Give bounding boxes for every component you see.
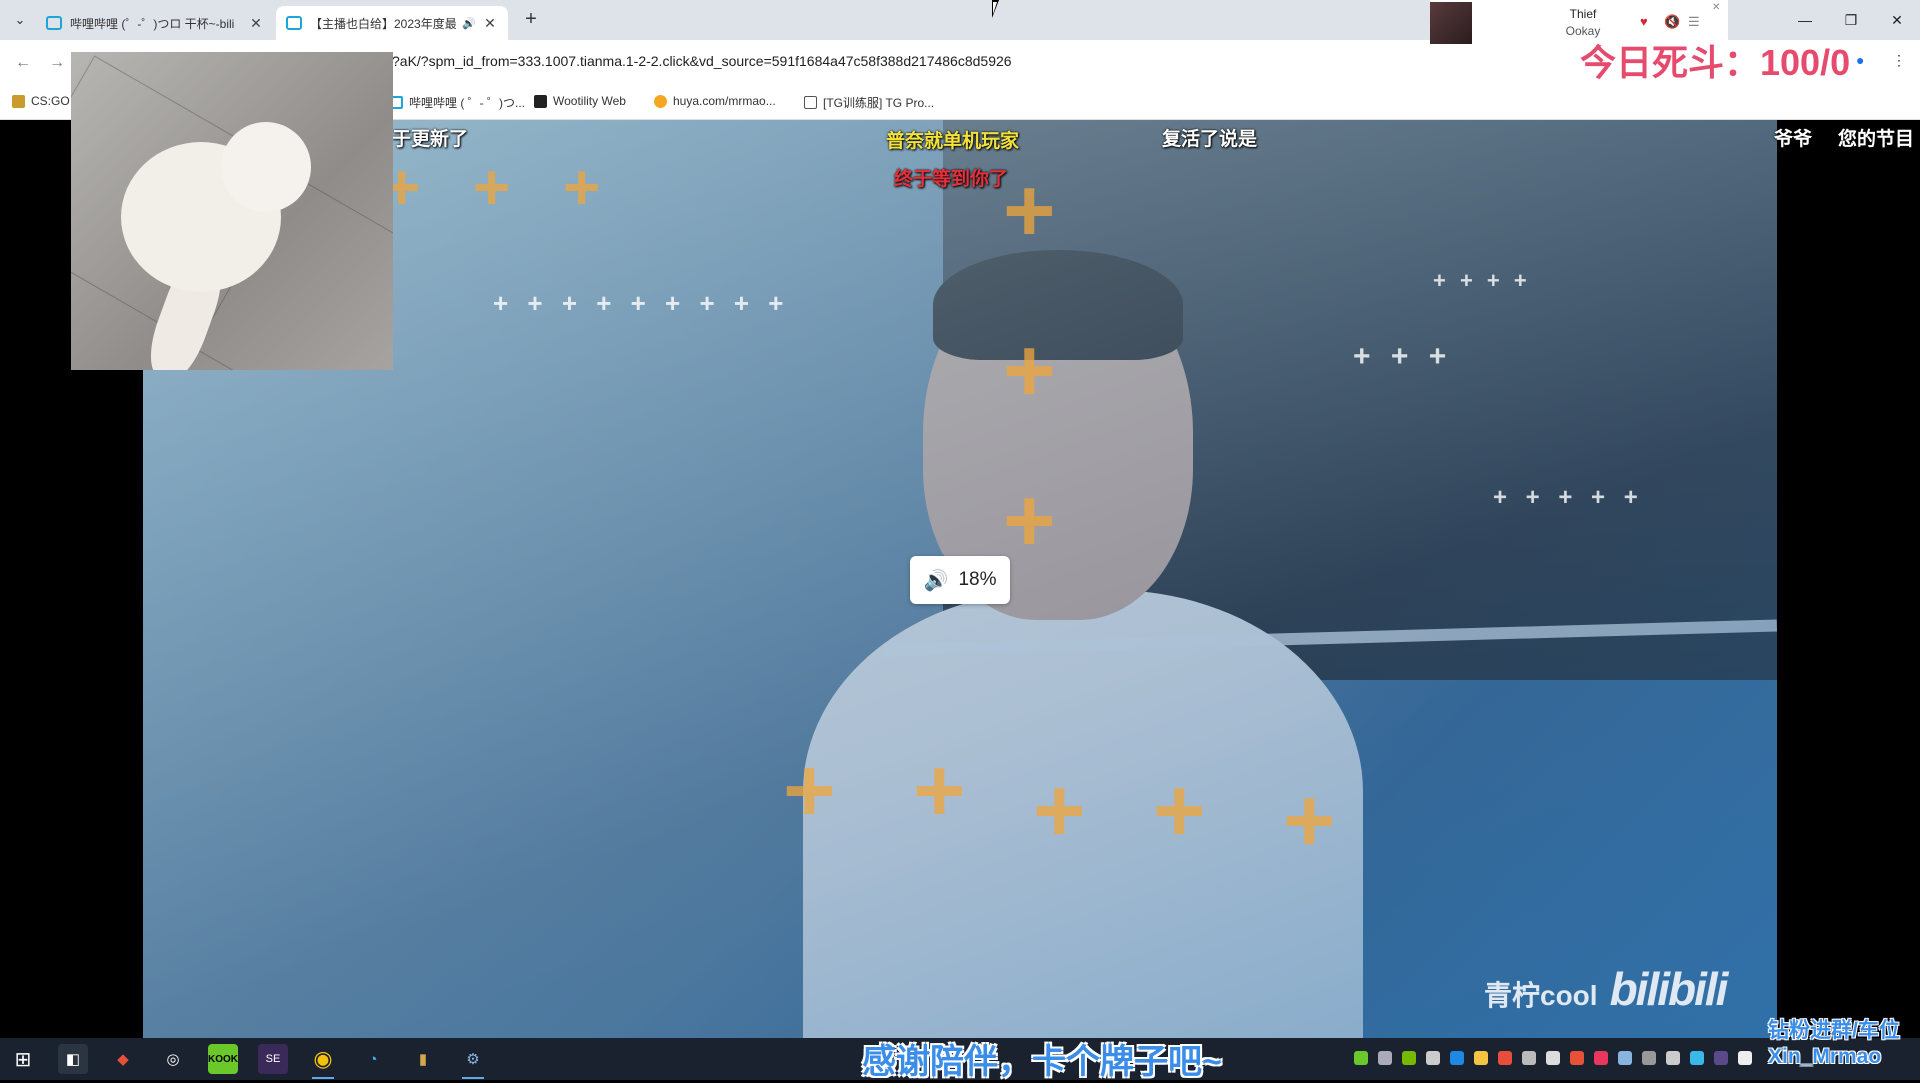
new-tab-button[interactable]: + xyxy=(520,8,542,30)
plus-effect-row: + + + + + + + + + xyxy=(493,288,790,318)
bookmark-csgo[interactable]: CS:GO xyxy=(12,94,70,108)
plus-effect-row: + + + xyxy=(1353,340,1453,373)
tray-icon[interactable] xyxy=(1690,1051,1704,1065)
url-field[interactable]: ?aK/?spm_id_from=333.1007.tianma.1-2-2.c… xyxy=(392,53,1012,69)
song-title: Thief xyxy=(1569,7,1597,21)
wootility-icon xyxy=(534,94,547,108)
app-icon[interactable]: ◧ xyxy=(58,1044,88,1074)
csgo-icon xyxy=(12,94,25,108)
nvidia-icon[interactable] xyxy=(1402,1051,1416,1065)
bilibili-tv-icon xyxy=(286,16,302,30)
uploader-name: 青柠cool xyxy=(1484,980,1598,1011)
plus-effect-row: + + + + xyxy=(1433,268,1531,293)
fan-group-line2: Xin_Mrmao xyxy=(1768,1045,1882,1068)
bookmark-bilibili[interactable]: 哔哩哔哩 ( ゜- ゜)つ... xyxy=(390,94,525,111)
tray-icon[interactable] xyxy=(1714,1051,1728,1065)
volume-indicator: 🔊 18% xyxy=(910,556,1010,604)
plus-effect: + xyxy=(1153,761,1206,861)
close-icon[interactable]: ✕ xyxy=(482,15,498,32)
tray-icon[interactable] xyxy=(1378,1051,1392,1065)
heart-icon[interactable]: ♥ xyxy=(1640,14,1648,29)
cat-head xyxy=(221,122,311,212)
plus-effect: + xyxy=(783,741,836,841)
close-icon[interactable]: ✕ xyxy=(248,15,264,32)
danmaku-comment: 您的节目 xyxy=(1838,129,1915,150)
video-watermark: 青柠cool bilibili xyxy=(1484,962,1729,1016)
cat-camera-overlay xyxy=(71,52,393,370)
danmaku-comment: 终于等到你了 xyxy=(894,169,1009,190)
bilibili-logo: bilibili xyxy=(1609,963,1729,1015)
menu-kebab-icon[interactable]: ⋮ xyxy=(1892,52,1906,69)
plus-effect: + xyxy=(563,151,601,223)
danmaku-comment: 复活了说是 xyxy=(1162,129,1258,150)
bookmark-tg[interactable]: [TG训练服] TG Pro... xyxy=(804,94,934,111)
steam-tray-icon[interactable] xyxy=(1618,1051,1632,1065)
tab-title: 哔哩哔哩 (゜-゜)つロ 干杯~-bili xyxy=(70,16,235,31)
tab-title: 【主播也白给】2023年度最... xyxy=(310,16,457,31)
plus-effect: + xyxy=(1003,471,1056,571)
tab-bilibili-home[interactable]: 哔哩哔哩 (゜-゜)つロ 干杯~-bili ✕ xyxy=(36,6,274,40)
tray-icon[interactable] xyxy=(1522,1051,1536,1065)
volume-value: 18% xyxy=(958,569,997,590)
page-icon xyxy=(804,96,817,109)
tray-icon[interactable] xyxy=(1570,1051,1584,1065)
microphone-icon[interactable] xyxy=(1666,1051,1680,1065)
bookmark-huya[interactable]: huya.com/mrmao... xyxy=(654,94,776,108)
bluetooth-icon[interactable] xyxy=(1450,1051,1464,1065)
app-icon[interactable]: ◆ xyxy=(108,1044,138,1074)
plus-effect-row: + + + + + xyxy=(1493,484,1644,511)
close-window-button[interactable]: ✕ xyxy=(1874,0,1920,40)
kook-icon[interactable]: KOOK xyxy=(208,1044,238,1074)
tab-search-chevron-icon[interactable]: ⌄ xyxy=(10,10,30,30)
tray-icon[interactable] xyxy=(1642,1051,1656,1065)
app-icon[interactable]: ◎ xyxy=(158,1044,188,1074)
profile-icon[interactable]: ● xyxy=(1856,52,1864,68)
app-icon[interactable]: ◔ xyxy=(358,1044,388,1074)
tray-icon[interactable] xyxy=(1594,1051,1608,1065)
back-icon[interactable]: ← xyxy=(12,52,34,74)
windows-start-icon[interactable]: ⊞ xyxy=(8,1044,38,1074)
plus-effect: + xyxy=(1003,161,1056,261)
steam-icon[interactable]: ⚙ xyxy=(458,1044,488,1079)
tray-icon[interactable] xyxy=(1426,1051,1440,1065)
volume-tray-icon[interactable] xyxy=(1738,1051,1752,1065)
app-icon[interactable]: SE xyxy=(258,1044,288,1074)
close-icon[interactable]: ✕ xyxy=(1712,2,1720,13)
stream-caption: 感谢陪伴，卡个牌子吧~ xyxy=(862,1043,1222,1081)
danmaku-comment: 爷爷 xyxy=(1774,129,1813,150)
bilibili-tv-icon xyxy=(46,16,62,30)
speaker-icon[interactable]: 🔊 xyxy=(462,17,476,30)
mouse-cursor-icon xyxy=(992,0,999,18)
speaker-icon: 🔊 xyxy=(923,569,949,592)
league-icon[interactable]: ▮ xyxy=(408,1044,438,1074)
tray-icon[interactable] xyxy=(1546,1051,1560,1065)
huya-icon xyxy=(654,94,667,108)
tab-video[interactable]: 【主播也白给】2023年度最... 🔊 ✕ xyxy=(276,6,508,40)
death-counter: 今日死斗：100/0 xyxy=(1580,42,1851,83)
plus-effect: + xyxy=(1283,771,1336,871)
plus-effect: + xyxy=(913,741,966,841)
bookmark-wootility[interactable]: Wootility Web xyxy=(534,94,626,108)
fan-group-notice: 钻粉进群/车位 Xin_Mrmao xyxy=(1768,1018,1900,1070)
tray-icon[interactable] xyxy=(1354,1051,1368,1065)
tray-icon[interactable] xyxy=(1498,1051,1512,1065)
plus-effect: + xyxy=(1033,761,1086,861)
forward-icon[interactable]: → xyxy=(46,52,68,74)
danmaku-comment: 于更新了 xyxy=(392,129,469,150)
chrome-icon[interactable]: ◉ xyxy=(308,1044,338,1079)
playlist-icon[interactable]: ☰ xyxy=(1688,14,1700,30)
album-art xyxy=(1430,2,1472,44)
plus-effect: + xyxy=(1003,321,1056,421)
fan-group-line1: 钻粉进群/车位 xyxy=(1768,1019,1900,1042)
mute-icon[interactable]: 🔇 xyxy=(1664,14,1680,30)
tray-icon[interactable] xyxy=(1474,1051,1488,1065)
plus-effect: + xyxy=(473,151,511,223)
danmaku-comment: 普奈就单机玩家 xyxy=(886,131,1020,152)
